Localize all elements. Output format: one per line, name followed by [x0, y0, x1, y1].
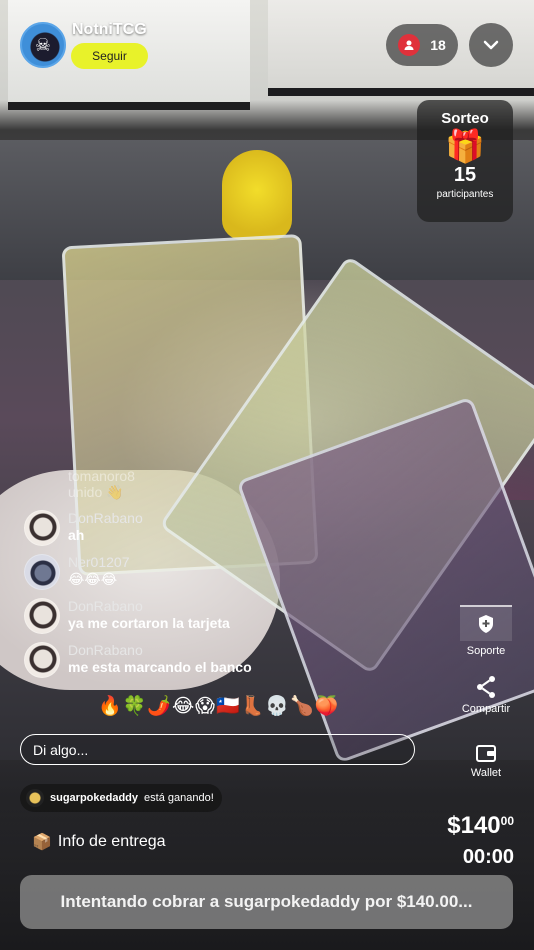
package-icon: 📦	[32, 834, 52, 851]
share-button[interactable]: Compartir	[454, 675, 518, 715]
wallet-button[interactable]: Wallet	[454, 743, 518, 779]
chat-avatar[interactable]	[24, 642, 60, 678]
chat-username[interactable]: DonRabano	[68, 642, 252, 659]
current-bid-price: $140	[447, 812, 501, 839]
delivery-info-link[interactable]: 📦 Info de entrega	[32, 832, 166, 852]
streamer-avatar[interactable]: ☠	[20, 22, 66, 68]
chat-text: ya me cortaron la tarjeta	[68, 615, 230, 631]
chat-username[interactable]: DonRabano	[68, 510, 143, 527]
chat-input[interactable]	[20, 734, 415, 765]
winner-username: sugarpokedaddy	[50, 792, 139, 804]
charge-status-button[interactable]: Intentando cobrar a sugarpokedaddy por $…	[20, 875, 513, 929]
support-label: Soporte	[466, 645, 506, 657]
current-bid-cents: 00	[500, 814, 514, 828]
chat-feed: tomanoro8 unido 👋 DonRabano ah Ner01207 …	[24, 468, 344, 686]
winner-status-text: está ganando!	[144, 792, 214, 804]
giveaway-title: Sorteo	[441, 110, 489, 127]
chat-text: me esta marcando el banco	[68, 659, 252, 675]
background-figure	[222, 150, 292, 240]
chat-message: Ner01207 😂😂😂	[24, 554, 344, 590]
streamer-name[interactable]: NotniTCG	[72, 21, 147, 39]
auction-timer: 00:00	[462, 846, 514, 868]
skull-logo-icon: ☠	[34, 34, 52, 55]
follow-button[interactable]: Seguir	[71, 43, 148, 69]
chat-username[interactable]: Ner01207	[68, 554, 130, 571]
giveaway-participant-count: 15	[453, 164, 477, 186]
chat-avatar[interactable]	[24, 510, 60, 546]
winner-avatar	[26, 789, 44, 807]
chat-avatar[interactable]	[24, 598, 60, 634]
gift-icon: 🎁	[445, 128, 485, 164]
collapse-button[interactable]	[469, 23, 513, 67]
chat-text: unido 👋	[68, 484, 124, 500]
chat-message: DonRabano ah	[24, 510, 344, 546]
chat-message: DonRabano ya me cortaron la tarjeta	[24, 598, 344, 634]
share-icon	[477, 676, 495, 698]
winning-bidder-badge: sugarpokedaddy está ganando!	[20, 784, 222, 812]
chat-avatar[interactable]	[24, 554, 60, 590]
chat-faded-message: tomanoro8 unido 👋	[68, 468, 344, 500]
wallet-icon	[476, 745, 496, 762]
side-actions: Soporte Compartir Wallet	[454, 605, 518, 779]
chat-username[interactable]: DonRabano	[68, 598, 230, 615]
viewer-count: 18	[430, 37, 446, 53]
chat-text: 😂😂😂	[68, 571, 118, 587]
quick-reactions-bar[interactable]: 🔥🍀🌶️😂😱🇨🇱👢💀🍗🍑	[98, 694, 339, 718]
chat-username: tomanoro8	[68, 468, 135, 484]
person-icon	[398, 34, 421, 56]
share-label: Compartir	[461, 703, 511, 715]
support-button[interactable]: Soporte	[454, 605, 518, 657]
chat-message: DonRabano me esta marcando el banco	[24, 642, 344, 678]
shield-plus-icon	[460, 605, 512, 641]
auction-price-block: $14000 00:00	[447, 812, 514, 869]
chat-text: ah	[68, 527, 85, 543]
delivery-info-label: Info de entrega	[57, 833, 166, 850]
viewers-button[interactable]: 18	[386, 24, 458, 66]
giveaway-card[interactable]: Sorteo 🎁 15 participantes	[417, 100, 513, 222]
chevron-down-icon	[483, 40, 499, 50]
giveaway-participant-label: participantes	[436, 189, 494, 200]
wallet-label: Wallet	[470, 767, 502, 779]
